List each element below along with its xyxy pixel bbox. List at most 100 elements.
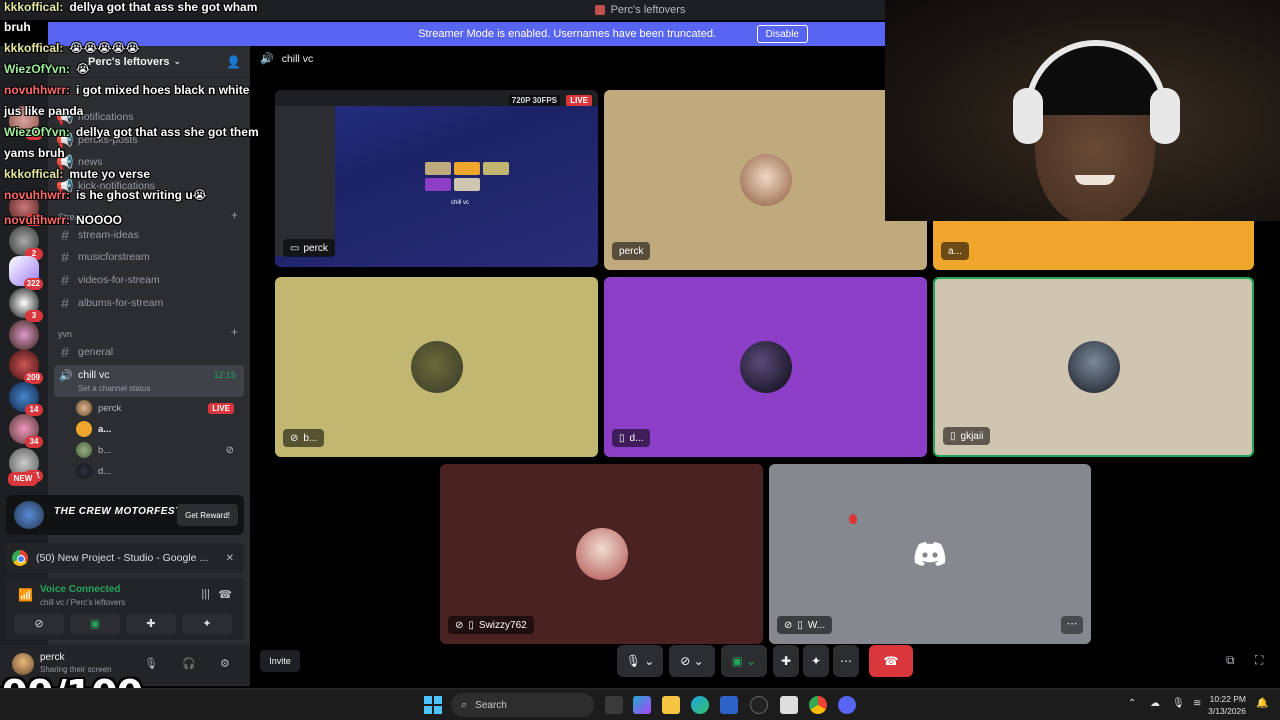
stop-share-icon[interactable]: ✕: [226, 553, 234, 564]
tile-name-tag: ⊘ ▯ Swizzy762: [448, 616, 534, 634]
chat-text: 😭😭😭😭😭: [69, 41, 140, 55]
chat-message: WiezOfYvn: dellya got that ass she got th…: [4, 125, 259, 139]
channel-status[interactable]: Set a channel status: [78, 384, 151, 393]
server-icon[interactable]: 14: [9, 382, 43, 416]
game-logo-icon: [14, 501, 44, 529]
server-icon[interactable]: [9, 320, 39, 350]
chat-text: bruh: [4, 20, 31, 34]
participant-tile-w[interactable]: ⊘ ▯ W... ⋯: [769, 464, 1091, 644]
invite-button[interactable]: Invite: [260, 650, 300, 672]
server-icon[interactable]: 209: [9, 350, 43, 384]
participant-tile-d[interactable]: ▯ d...: [604, 277, 927, 457]
chat-text: jus like panda: [4, 104, 84, 118]
live-badge: LIVE: [566, 95, 592, 106]
file-explorer-icon[interactable]: [662, 696, 680, 714]
gear-icon[interactable]: ⚙: [220, 657, 230, 670]
popout-icon[interactable]: ⧉: [1226, 653, 1235, 668]
headphones-right: [1150, 88, 1180, 144]
phone-icon: ▯: [797, 619, 803, 631]
chat-text: 😭: [75, 62, 90, 76]
add-channel-icon[interactable]: +: [231, 325, 238, 339]
copilot-icon[interactable]: [633, 696, 651, 714]
channel-musicforstream[interactable]: # musicforstream: [56, 247, 244, 267]
user-name[interactable]: perck: [40, 652, 64, 663]
chat-message: yams bruh: [4, 146, 65, 160]
voice-connected-title[interactable]: Voice Connected: [40, 584, 120, 595]
disconnect-icon[interactable]: ☎: [218, 588, 232, 601]
voice-user-name: a...: [98, 423, 112, 435]
share-screen-button[interactable]: ▣: [70, 614, 120, 634]
promo-banner[interactable]: THE CREW MOTORFEST Get Reward!: [6, 495, 244, 535]
chat-user: WiezOfYvn:: [4, 62, 70, 76]
voice-user-b[interactable]: b... ⊘: [76, 440, 244, 460]
store-icon[interactable]: [720, 696, 738, 714]
task-view-icon[interactable]: [605, 696, 623, 714]
soundboard-button[interactable]: ✦: [182, 614, 232, 634]
edge-icon[interactable]: [691, 696, 709, 714]
taskbar-clock[interactable]: 10:22 PM 3/13/2026: [1196, 693, 1246, 717]
voice-user-a[interactable]: a...: [76, 419, 244, 439]
channel-videos-for-stream[interactable]: # videos-for-stream: [56, 270, 244, 290]
participant-tile-b[interactable]: ⊘ b...: [275, 277, 598, 457]
disable-streamer-mode-button[interactable]: Disable: [756, 25, 808, 43]
screen-share-source[interactable]: (50) New Project - Studio - Google ... ✕: [6, 543, 244, 573]
noise-suppression-icon[interactable]: |||: [201, 588, 210, 600]
camera-toggle-button[interactable]: ⊘ ⌄: [669, 645, 715, 677]
server-icon[interactable]: 34: [9, 414, 43, 448]
new-badge[interactable]: NEW: [8, 472, 38, 486]
activities-button[interactable]: ✚: [773, 645, 799, 677]
chat-text: yams bruh: [4, 146, 65, 160]
chevron-up-icon[interactable]: ⌃: [1128, 698, 1136, 709]
app-icon[interactable]: [780, 696, 798, 714]
cloud-icon[interactable]: ☁: [1150, 698, 1160, 709]
voice-user-perck[interactable]: perck LIVE: [76, 398, 244, 418]
chrome-icon[interactable]: [809, 696, 827, 714]
chat-user: novuhhwrr:: [4, 188, 70, 202]
get-reward-button[interactable]: Get Reward!: [177, 504, 238, 526]
discord-icon[interactable]: [838, 696, 856, 714]
more-options-icon[interactable]: ⋯: [1061, 616, 1083, 634]
activities-button[interactable]: ✚: [126, 614, 176, 634]
headphones-icon[interactable]: 🎧: [182, 657, 196, 670]
soundboard-button[interactable]: ✦: [803, 645, 829, 677]
participant-tile-swizzy[interactable]: ⊘ ▯ Swizzy762: [440, 464, 763, 644]
share-screen-toggle-button[interactable]: ▣ ⌄: [721, 645, 767, 677]
channel-albums-for-stream[interactable]: # albums-for-stream: [56, 293, 244, 313]
clock-date: 3/13/2026: [1208, 706, 1246, 716]
windows-start-icon[interactable]: [424, 696, 442, 714]
voice-user-name: d...: [98, 465, 112, 477]
taskbar-search[interactable]: ⌕ Search: [451, 693, 594, 717]
participant-tile-a[interactable]: a...: [933, 221, 1254, 270]
channel-general[interactable]: # general: [56, 342, 244, 362]
voice-user-d[interactable]: d...: [76, 461, 244, 481]
chat-message: kkkoffical: 😭😭😭😭😭: [4, 41, 139, 55]
voice-connected-subtitle[interactable]: chill vc / Perc's leftovers: [40, 598, 125, 607]
muted-icon: ⊘: [290, 432, 299, 444]
chat-message: bruh: [4, 20, 31, 34]
disconnect-call-button[interactable]: ☎: [869, 645, 913, 677]
microphone-toggle-button[interactable]: 🎙 ⌄: [617, 645, 663, 677]
screen-share-tile[interactable]: chill vc 720P 30FPS LIVE ▭ perck: [275, 90, 598, 267]
participant-tile-gkjaii[interactable]: ▯ gkjaii: [933, 277, 1254, 457]
muted-icon: ⊘: [455, 619, 464, 631]
app-icon[interactable]: [750, 696, 768, 714]
notification-icon[interactable]: 🔔: [1256, 698, 1268, 709]
microphone-icon[interactable]: 🎙: [1172, 698, 1185, 709]
server-icon[interactable]: 322: [9, 256, 43, 290]
camera-off-button[interactable]: ⊘: [14, 614, 64, 634]
hash-icon: #: [61, 295, 69, 311]
stream-resolution: 720P 30FPS: [508, 95, 560, 106]
voice-channel-chill-vc[interactable]: 🔊 chill vc Set a channel status 12:15: [54, 365, 244, 397]
server-icon[interactable]: 3: [9, 288, 43, 322]
tile-name: a...: [941, 242, 969, 260]
tile-name: perck: [303, 242, 328, 254]
chat-message: WiezOfYvn: 😭: [4, 62, 90, 76]
participant-tile-perck[interactable]: perck: [604, 90, 927, 270]
category-yvn[interactable]: yvn: [58, 329, 72, 339]
fullscreen-icon[interactable]: ⛶: [1255, 653, 1263, 668]
microphone-icon[interactable]: 🎙: [144, 657, 158, 670]
more-button[interactable]: ⋯: [833, 645, 859, 677]
channel-label: general: [78, 346, 114, 358]
tile-name-tag: ⊘ ▯ W...: [777, 616, 833, 634]
voice-channel-label: chill vc: [78, 369, 110, 381]
